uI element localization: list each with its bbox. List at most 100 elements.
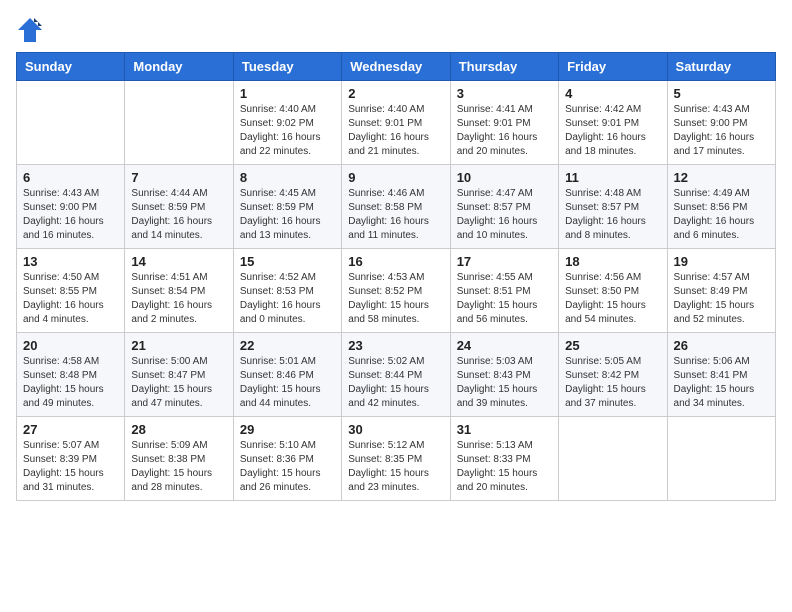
day-info: Sunrise: 5:12 AM Sunset: 8:35 PM Dayligh… — [348, 439, 443, 495]
calendar: SundayMondayTuesdayWednesdayThursdayFrid… — [16, 52, 776, 501]
calendar-cell: 27 Sunrise: 5:07 AM Sunset: 8:39 PM Dayli… — [17, 417, 125, 501]
column-header-thursday: Thursday — [450, 53, 558, 81]
calendar-cell: 25 Sunrise: 5:05 AM Sunset: 8:42 PM Dayli… — [559, 333, 667, 417]
day-number: 13 — [23, 254, 118, 269]
calendar-cell: 28Sunrise: 5:09 AM Sunset: 8:38 PM Dayli… — [125, 417, 233, 501]
day-info: Sunrise: 4:45 AM Sunset: 8:59 PM Dayligh… — [240, 187, 335, 243]
week-row-4: 20 Sunrise: 4:58 AM Sunset: 8:48 PM Dayli… — [17, 333, 776, 417]
day-info: Sunrise: 5:09 AM Sunset: 8:38 PM Dayligh… — [131, 439, 226, 495]
column-header-sunday: Sunday — [17, 53, 125, 81]
calendar-cell: 10Sunrise: 4:47 AM Sunset: 8:57 PM Dayli… — [450, 165, 558, 249]
calendar-cell: 13 Sunrise: 4:50 AM Sunset: 8:55 PM Dayli… — [17, 249, 125, 333]
day-number: 29 — [240, 422, 335, 437]
column-header-saturday: Saturday — [667, 53, 775, 81]
calendar-cell: 7 Sunrise: 4:44 AM Sunset: 8:59 PM Daylig… — [125, 165, 233, 249]
day-info: Sunrise: 4:48 AM Sunset: 8:57 PM Dayligh… — [565, 187, 660, 243]
day-number: 25 — [565, 338, 660, 353]
day-number: 9 — [348, 170, 443, 185]
day-info: Sunrise: 4:55 AM Sunset: 8:51 PM Dayligh… — [457, 271, 552, 327]
day-number: 20 — [23, 338, 118, 353]
calendar-cell: 15 Sunrise: 4:52 AM Sunset: 8:53 PM Dayli… — [233, 249, 341, 333]
day-number: 22 — [240, 338, 335, 353]
day-info: Sunrise: 4:52 AM Sunset: 8:53 PM Dayligh… — [240, 271, 335, 327]
day-number: 27 — [23, 422, 118, 437]
day-info: Sunrise: 5:05 AM Sunset: 8:42 PM Dayligh… — [565, 355, 660, 411]
day-number: 26 — [674, 338, 769, 353]
day-number: 14 — [131, 254, 226, 269]
calendar-cell — [125, 81, 233, 165]
day-info: Sunrise: 5:01 AM Sunset: 8:46 PM Dayligh… — [240, 355, 335, 411]
week-row-1: 1Sunrise: 4:40 AM Sunset: 9:02 PM Daylig… — [17, 81, 776, 165]
column-header-friday: Friday — [559, 53, 667, 81]
day-info: Sunrise: 5:00 AM Sunset: 8:47 PM Dayligh… — [131, 355, 226, 411]
calendar-cell: 4 Sunrise: 4:42 AM Sunset: 9:01 PM Daylig… — [559, 81, 667, 165]
day-number: 30 — [348, 422, 443, 437]
week-row-5: 27 Sunrise: 5:07 AM Sunset: 8:39 PM Dayli… — [17, 417, 776, 501]
calendar-cell: 30 Sunrise: 5:12 AM Sunset: 8:35 PM Dayli… — [342, 417, 450, 501]
page-header — [16, 16, 776, 44]
day-number: 2 — [348, 86, 443, 101]
calendar-cell: 3 Sunrise: 4:41 AM Sunset: 9:01 PM Daylig… — [450, 81, 558, 165]
day-info: Sunrise: 5:13 AM Sunset: 8:33 PM Dayligh… — [457, 439, 552, 495]
day-number: 6 — [23, 170, 118, 185]
calendar-cell: 18 Sunrise: 4:56 AM Sunset: 8:50 PM Dayli… — [559, 249, 667, 333]
day-number: 5 — [674, 86, 769, 101]
day-number: 31 — [457, 422, 552, 437]
day-info: Sunrise: 5:02 AM Sunset: 8:44 PM Dayligh… — [348, 355, 443, 411]
column-header-monday: Monday — [125, 53, 233, 81]
calendar-cell: 17 Sunrise: 4:55 AM Sunset: 8:51 PM Dayli… — [450, 249, 558, 333]
calendar-cell: 19 Sunrise: 4:57 AM Sunset: 8:49 PM Dayli… — [667, 249, 775, 333]
day-info: Sunrise: 4:43 AM Sunset: 9:00 PM Dayligh… — [674, 103, 769, 159]
calendar-cell: 6 Sunrise: 4:43 AM Sunset: 9:00 PM Daylig… — [17, 165, 125, 249]
calendar-cell: 11 Sunrise: 4:48 AM Sunset: 8:57 PM Dayli… — [559, 165, 667, 249]
calendar-cell: 1Sunrise: 4:40 AM Sunset: 9:02 PM Daylig… — [233, 81, 341, 165]
day-number: 4 — [565, 86, 660, 101]
day-info: Sunrise: 5:07 AM Sunset: 8:39 PM Dayligh… — [23, 439, 118, 495]
day-info: Sunrise: 4:44 AM Sunset: 8:59 PM Dayligh… — [131, 187, 226, 243]
day-number: 8 — [240, 170, 335, 185]
day-info: Sunrise: 5:06 AM Sunset: 8:41 PM Dayligh… — [674, 355, 769, 411]
calendar-cell: 12Sunrise: 4:49 AM Sunset: 8:56 PM Dayli… — [667, 165, 775, 249]
day-info: Sunrise: 4:51 AM Sunset: 8:54 PM Dayligh… — [131, 271, 226, 327]
day-info: Sunrise: 4:47 AM Sunset: 8:57 PM Dayligh… — [457, 187, 552, 243]
day-info: Sunrise: 4:57 AM Sunset: 8:49 PM Dayligh… — [674, 271, 769, 327]
day-number: 11 — [565, 170, 660, 185]
day-info: Sunrise: 4:41 AM Sunset: 9:01 PM Dayligh… — [457, 103, 552, 159]
day-info: Sunrise: 4:56 AM Sunset: 8:50 PM Dayligh… — [565, 271, 660, 327]
day-number: 17 — [457, 254, 552, 269]
day-info: Sunrise: 4:46 AM Sunset: 8:58 PM Dayligh… — [348, 187, 443, 243]
calendar-cell: 22 Sunrise: 5:01 AM Sunset: 8:46 PM Dayli… — [233, 333, 341, 417]
day-number: 24 — [457, 338, 552, 353]
day-number: 18 — [565, 254, 660, 269]
calendar-cell: 21Sunrise: 5:00 AM Sunset: 8:47 PM Dayli… — [125, 333, 233, 417]
day-info: Sunrise: 4:53 AM Sunset: 8:52 PM Dayligh… — [348, 271, 443, 327]
day-number: 15 — [240, 254, 335, 269]
calendar-cell: 2Sunrise: 4:40 AM Sunset: 9:01 PM Daylig… — [342, 81, 450, 165]
calendar-cell: 16Sunrise: 4:53 AM Sunset: 8:52 PM Dayli… — [342, 249, 450, 333]
day-number: 3 — [457, 86, 552, 101]
calendar-cell: 23 Sunrise: 5:02 AM Sunset: 8:44 PM Dayli… — [342, 333, 450, 417]
day-info: Sunrise: 4:42 AM Sunset: 9:01 PM Dayligh… — [565, 103, 660, 159]
calendar-cell: 29 Sunrise: 5:10 AM Sunset: 8:36 PM Dayli… — [233, 417, 341, 501]
week-row-2: 6 Sunrise: 4:43 AM Sunset: 9:00 PM Daylig… — [17, 165, 776, 249]
day-info: Sunrise: 4:43 AM Sunset: 9:00 PM Dayligh… — [23, 187, 118, 243]
calendar-cell: 20 Sunrise: 4:58 AM Sunset: 8:48 PM Dayli… — [17, 333, 125, 417]
day-info: Sunrise: 5:03 AM Sunset: 8:43 PM Dayligh… — [457, 355, 552, 411]
calendar-cell — [667, 417, 775, 501]
column-header-wednesday: Wednesday — [342, 53, 450, 81]
calendar-header-row: SundayMondayTuesdayWednesdayThursdayFrid… — [17, 53, 776, 81]
day-info: Sunrise: 4:50 AM Sunset: 8:55 PM Dayligh… — [23, 271, 118, 327]
logo — [16, 16, 48, 44]
day-number: 7 — [131, 170, 226, 185]
day-number: 23 — [348, 338, 443, 353]
calendar-cell: 14 Sunrise: 4:51 AM Sunset: 8:54 PM Dayli… — [125, 249, 233, 333]
calendar-cell: 8 Sunrise: 4:45 AM Sunset: 8:59 PM Daylig… — [233, 165, 341, 249]
day-info: Sunrise: 4:58 AM Sunset: 8:48 PM Dayligh… — [23, 355, 118, 411]
calendar-cell — [17, 81, 125, 165]
day-info: Sunrise: 5:10 AM Sunset: 8:36 PM Dayligh… — [240, 439, 335, 495]
day-info: Sunrise: 4:49 AM Sunset: 8:56 PM Dayligh… — [674, 187, 769, 243]
day-number: 1 — [240, 86, 335, 101]
logo-icon — [16, 16, 44, 44]
day-number: 19 — [674, 254, 769, 269]
calendar-cell — [559, 417, 667, 501]
